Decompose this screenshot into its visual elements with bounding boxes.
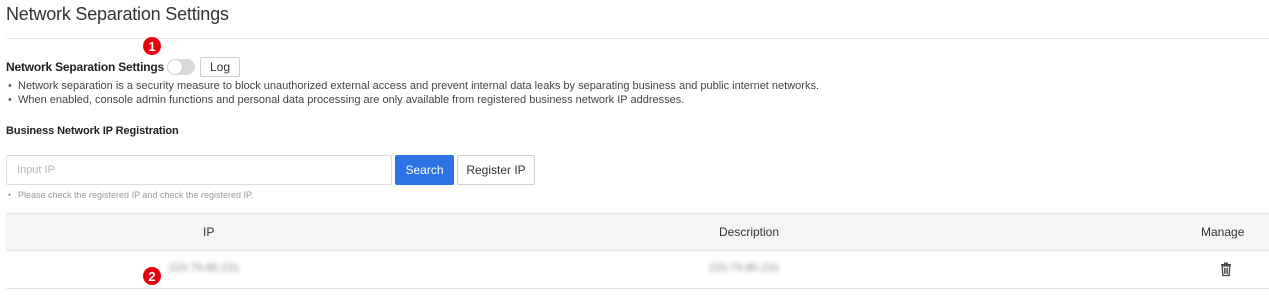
- trash-icon[interactable]: [1218, 261, 1234, 277]
- note-item: • Network separation is a security measur…: [6, 79, 819, 93]
- note-text: When enabled, console admin functions an…: [18, 94, 685, 106]
- annotation-marker-1: 1: [143, 37, 161, 55]
- network-separation-label: Network Separation Settings: [6, 60, 164, 74]
- ip-cell: 220.79.80.231: [169, 262, 240, 274]
- column-header-manage: Manage: [1201, 225, 1245, 239]
- page-title: Network Separation Settings: [6, 4, 229, 24]
- table-row: 220.79.80.231 220.79.80.231: [6, 251, 1269, 289]
- bullet-icon: •: [8, 190, 12, 200]
- network-separation-setting-row: Network Separation Settings Log: [6, 57, 240, 77]
- search-button[interactable]: Search: [395, 155, 454, 185]
- trash-icon-graphic: [1221, 262, 1231, 277]
- annotation-marker-2: 2: [143, 267, 161, 285]
- registered-ip-table: IP Description Manage 220.79.80.231 220.…: [6, 213, 1269, 289]
- log-button[interactable]: Log: [199, 57, 240, 77]
- description-notes: • Network separation is a security measur…: [6, 79, 819, 107]
- bullet-icon: •: [8, 80, 12, 92]
- bullet-icon: •: [8, 94, 12, 106]
- toggle-knob: [167, 60, 182, 74]
- note-item: • When enabled, console admin functions a…: [6, 93, 819, 107]
- hint-text: Please check the registered IP and check…: [18, 190, 254, 200]
- register-ip-button[interactable]: Register IP: [457, 155, 535, 185]
- ip-input[interactable]: [6, 155, 392, 185]
- column-header-ip: IP: [203, 225, 215, 239]
- note-text: Network separation is a security measure…: [18, 80, 819, 92]
- column-header-description: Description: [719, 225, 780, 239]
- network-separation-toggle[interactable]: [166, 59, 195, 75]
- ip-registration-title: Business Network IP Registration: [6, 125, 179, 137]
- title-divider: [6, 38, 1269, 39]
- ip-hint: • Please check the registered IP and chec…: [6, 190, 253, 200]
- description-cell: 220.79.80.231: [709, 262, 780, 274]
- table-header: IP Description Manage: [6, 213, 1269, 251]
